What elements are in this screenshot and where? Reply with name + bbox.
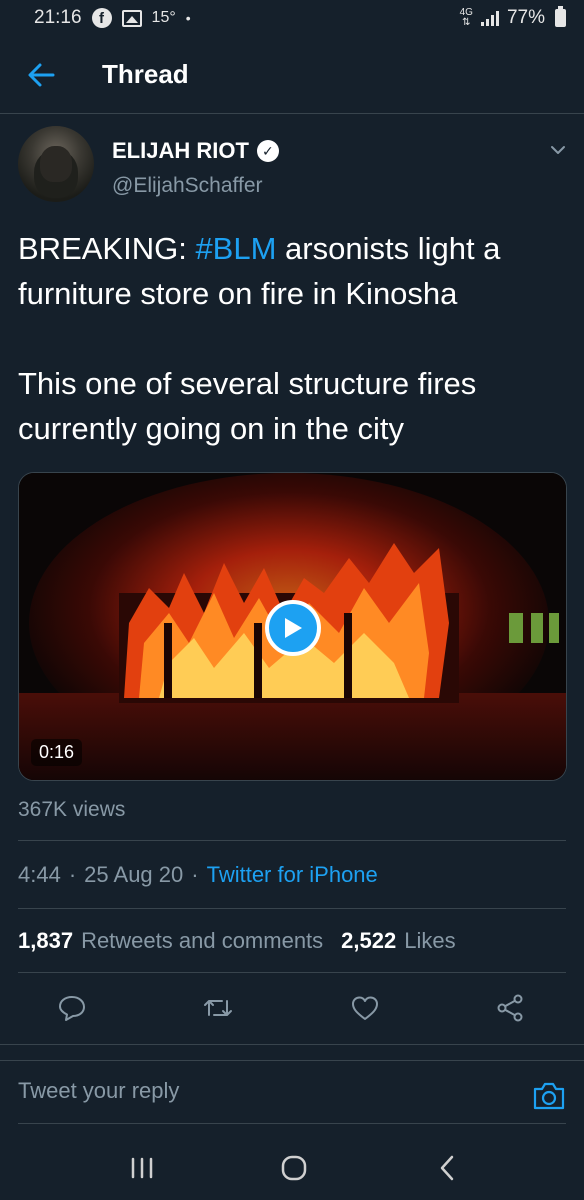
camera-icon[interactable] (532, 1081, 566, 1111)
tweet-author: ELIJAH RIOT ✓ @ElijahSchaffer (18, 126, 574, 206)
meta-separator: · (191, 862, 199, 887)
status-dot: • (185, 10, 191, 26)
reply-icon[interactable] (54, 990, 90, 1026)
tweet-actions (0, 984, 584, 1032)
divider (0, 1044, 584, 1045)
retweets-label[interactable]: Retweets and comments (81, 928, 323, 954)
view-count: 367K views (18, 798, 126, 821)
reply-input[interactable] (18, 1069, 508, 1113)
play-button[interactable] (265, 600, 321, 656)
reply-bar (0, 1060, 584, 1124)
like-icon[interactable] (347, 990, 383, 1026)
status-bar: 21:16 f 15° • 4G ⇅ 77% (0, 0, 584, 36)
tweet-video[interactable]: 0:16 (18, 472, 567, 781)
tweet-text: BREAKING: #BLM arsonists light a furnitu… (18, 226, 574, 451)
author-handle[interactable]: @ElijahSchaffer (112, 174, 263, 198)
play-icon (285, 618, 302, 638)
facebook-icon: f (91, 8, 112, 28)
system-nav-bar (0, 1126, 584, 1200)
likes-count[interactable]: 2,522 (341, 928, 396, 954)
tweet-text-prefix: BREAKING: (18, 231, 196, 266)
signal-icon (480, 10, 499, 26)
video-duration: 0:16 (31, 739, 83, 766)
author-name-row[interactable]: ELIJAH RIOT ✓ (112, 138, 279, 164)
tweet-meta: 4:44 · 25 Aug 20 · Twitter for iPhone (18, 862, 378, 888)
divider (18, 908, 566, 909)
app-header: Thread (0, 36, 584, 114)
recent-apps-icon[interactable] (122, 1148, 162, 1188)
network-type: 4G ⇅ (459, 7, 473, 28)
tweet-stats: 1,837 Retweets and comments 2,522 Likes (18, 928, 456, 954)
author-name: ELIJAH RIOT (112, 138, 249, 163)
retweets-count[interactable]: 1,837 (18, 928, 73, 954)
status-time: 21:16 (34, 7, 82, 28)
arrow-left-icon[interactable] (16, 50, 66, 100)
meta-separator: · (68, 862, 77, 887)
retweet-icon[interactable] (200, 990, 236, 1026)
thread-screen: 21:16 f 15° • 4G ⇅ 77% Thread ELIJAH RIOT (0, 0, 584, 1200)
image-icon (121, 9, 142, 27)
tweet-time: 4:44 (18, 862, 61, 887)
tweet-source-link[interactable]: Twitter for iPhone (207, 862, 378, 888)
back-icon[interactable] (428, 1148, 468, 1188)
reply-underline (18, 1123, 566, 1124)
divider (18, 840, 566, 841)
battery-percent: 77% (506, 7, 545, 28)
verified-badge-icon: ✓ (256, 140, 279, 162)
chevron-down-icon[interactable] (548, 140, 568, 160)
avatar[interactable] (18, 126, 94, 202)
page-title: Thread (102, 59, 189, 89)
likes-label[interactable]: Likes (404, 928, 455, 954)
battery-icon (555, 6, 566, 27)
hashtag-link[interactable]: #BLM (195, 231, 276, 266)
status-temperature: 15° (151, 9, 176, 26)
divider (18, 972, 566, 973)
share-icon[interactable] (492, 990, 528, 1026)
home-icon[interactable] (274, 1148, 314, 1188)
tweet-date: 25 Aug 20 (84, 862, 184, 887)
